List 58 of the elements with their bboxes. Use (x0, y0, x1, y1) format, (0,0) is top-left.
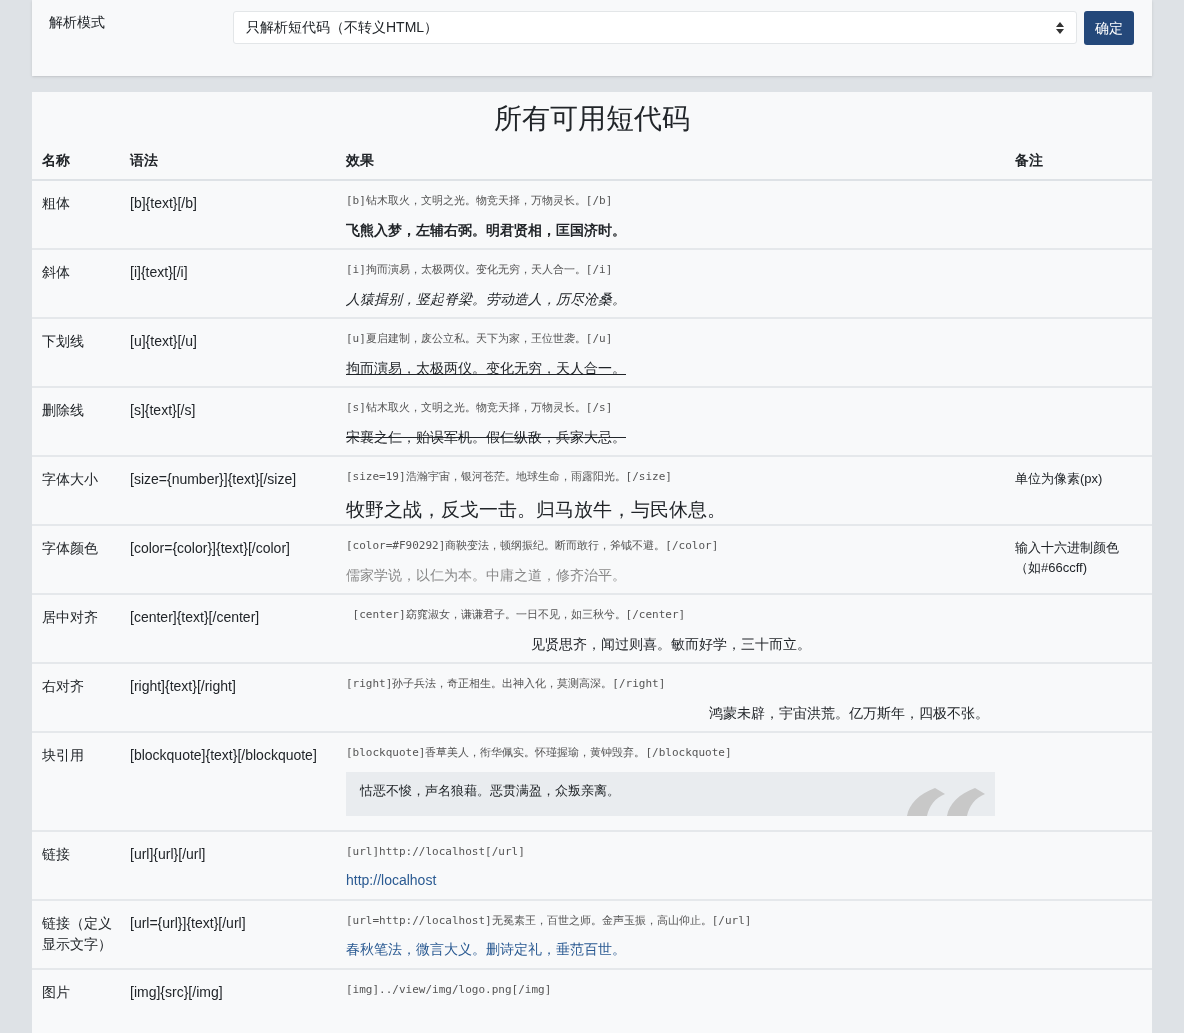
syntax-text: [center]{text}[/center] (130, 609, 260, 625)
note-text: 输入十六进制颜色（如#66ccff) (1015, 539, 1120, 577)
link[interactable]: 春秋笔法，微言大义。删诗定礼，垂范百世。 (346, 939, 995, 960)
code-sample: [size=19]浩瀚宇宙，银河苍茫。地球生命，雨露阳光。[/size] (346, 469, 673, 485)
syntax-text: [size={number}]{text}[/size] (130, 471, 297, 487)
code-sample: [i]拘而演易，太极两仪。变化无穷，天人合一。[/i] (346, 262, 614, 278)
code-sample: [blockquote]香草美人，衔华佩实。怀瑾握瑜，黄钟毁弃。[/blockquote] (346, 745, 733, 761)
code-sample: [right]孙子兵法，奇正相生。出神入化，莫测高深。[/right] (346, 676, 667, 692)
mode-select[interactable]: 只解析短代码（不转义HTML） (233, 11, 1077, 44)
right-aligned-text: 鸿蒙未辟，宇宙洪荒。亿万斯年，四极不张。 (709, 703, 989, 723)
colored-text: 儒家学说，以仁为本。中庸之道，修齐治平。 (346, 565, 627, 585)
syntax-text: [b]{text}[/b] (130, 195, 197, 211)
code-sample: [center]窈窕淑女，谦谦君子。一日不见，如三秋兮。[/center] (351, 607, 687, 623)
syntax-text: [right]{text}[/right] (130, 678, 236, 694)
link[interactable]: http://localhost (346, 870, 995, 891)
shortcode-name: 删除线 (42, 401, 85, 420)
shortcode-name: 粗体 (42, 194, 71, 213)
code-sample: [color=#F90292]商鞅变法，顿纲振纪。断而敢行，斧钺不避。[/color] (346, 538, 720, 554)
bold-text: 飞熊入梦，左辅右弼。明君贤相，匡国济时。 (346, 220, 627, 240)
code-sample: [img]../view/img/logo.png[/img] (346, 981, 553, 998)
italic-text: 人猿揖别，竖起脊梁。劳动造人，历尽沧桑。 (346, 289, 627, 309)
syntax-text: [blockquote]{text}[/blockquote] (130, 747, 317, 763)
shortcode-name: 链接 (42, 844, 71, 864)
note-text: 单位为像素(px) (1015, 470, 1104, 488)
shortcode-name: 图片 (42, 982, 71, 1002)
strikethrough-text: 宋襄之仁，贻误军机。假仁纵敌，兵家大忌。 (346, 427, 627, 447)
sort-arrows-icon (1056, 21, 1064, 34)
column-header: 备注 (1015, 151, 1043, 168)
code-sample: [u]夏启建制，废公立私。天下为家，王位世袭。[/u] (346, 331, 614, 347)
syntax-text: [s]{text}[/s] (130, 402, 196, 418)
syntax-text: [url={url}]{text}[/url] (130, 914, 246, 931)
shortcode-name: 居中对齐 (42, 608, 99, 627)
shortcode-name: 下划线 (42, 332, 85, 351)
shortcode-name: 斜体 (42, 263, 71, 282)
code-sample: [s]钻木取火，文明之光。物竞天择，万物灵长。[/s] (346, 400, 614, 416)
column-header: 效果 (346, 151, 374, 168)
confirm-button[interactable]: 确定 (1084, 11, 1134, 45)
code-sample: [url=http://localhost]无冕素王，百世之师。金声玉振，高山仰止。[/url] (346, 912, 753, 929)
column-header: 名称 (42, 151, 70, 168)
quote-text: 怙恶不悛，声名狼藉。恶贯满盈，众叛亲离。 (360, 782, 620, 798)
code-sample: [b]钻木取火，文明之光。物竞天择，万物灵长。[/b] (346, 193, 614, 209)
syntax-text: [img]{src}[/img] (130, 983, 223, 1000)
centered-text: 见贤思齐，闻过则喜。敏而好学，三十而立。 (530, 634, 811, 654)
underlined-text: 拘而演易，太极两仪。变化无穷，天人合一。 (346, 358, 627, 378)
column-header: 语法 (130, 151, 158, 168)
shortcode-name: 字体颜色 (42, 539, 99, 558)
syntax-text: [url]{url}[/url] (130, 845, 206, 862)
syntax-text: [u]{text}[/u] (130, 333, 197, 349)
field-label: 解析模式 (49, 13, 106, 32)
large-text: 牧野之战，反戈一击。归马放牛，与民休息。 (346, 497, 727, 522)
shortcode-name: 链接（定义显示文字） (42, 913, 113, 954)
syntax-text: [i]{text}[/i] (130, 264, 188, 280)
syntax-text: [color={color}]{text}[/color] (130, 540, 290, 556)
shortcode-name: 块引用 (42, 746, 85, 765)
code-sample: [url]http://localhost[/url] (346, 843, 526, 860)
table-title: 所有可用短代码 (493, 102, 691, 136)
shortcode-name: 字体大小 (42, 470, 99, 489)
shortcode-name: 右对齐 (42, 677, 85, 696)
